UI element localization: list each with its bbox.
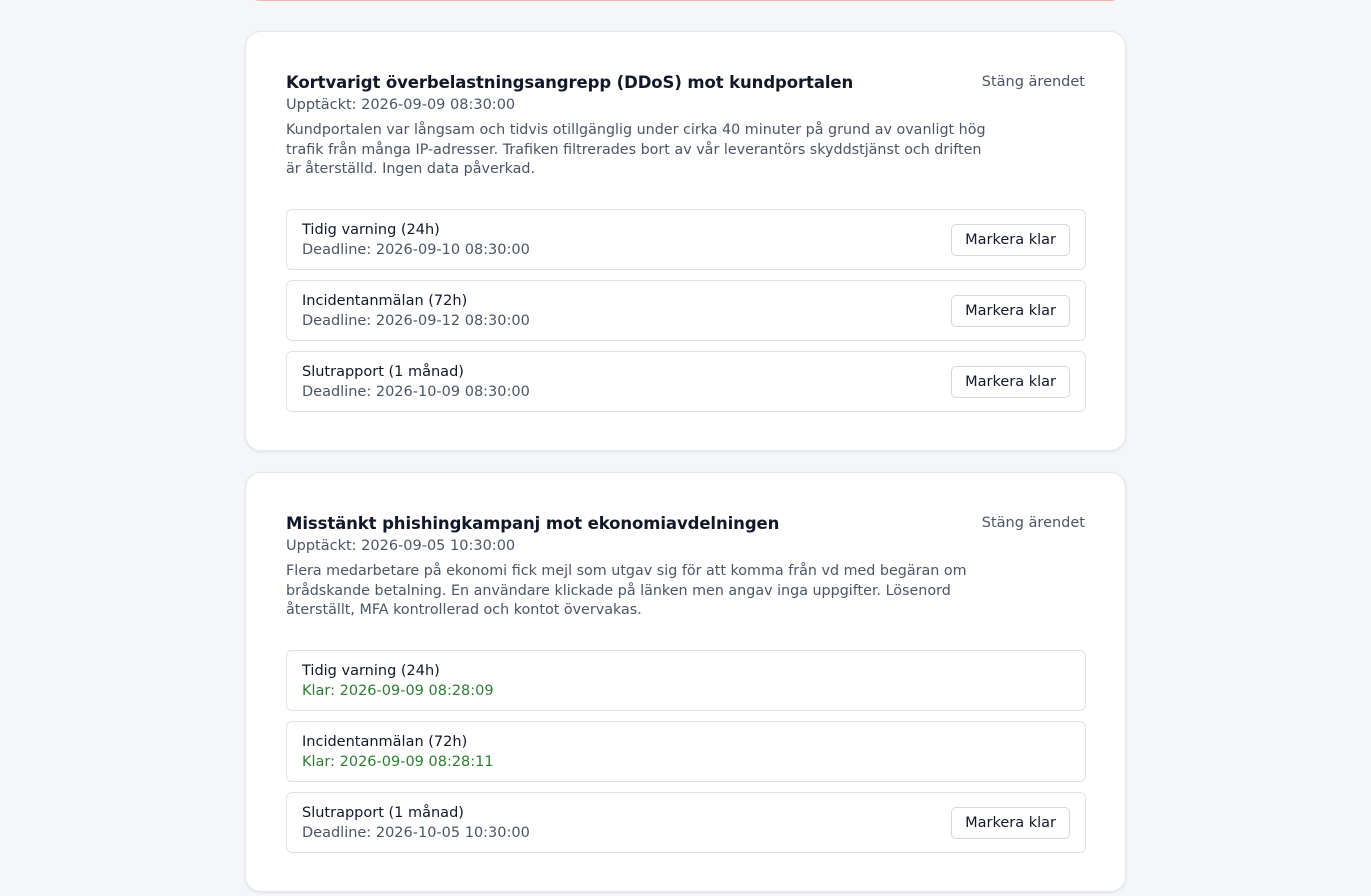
step-name: Incidentanmälan (72h) xyxy=(302,293,468,309)
mark-done-button[interactable]: Markera klar xyxy=(951,366,1070,398)
step-name: Slutrapport (1 månad) xyxy=(302,805,464,821)
reporting-step-text: Incidentanmälan (72h) Klar: 2026-09-09 0… xyxy=(302,732,494,772)
incident-card: Kortvarigt överbelastningsangrepp (DDoS)… xyxy=(245,31,1126,451)
step-name: Slutrapport (1 månad) xyxy=(302,364,464,380)
incident-description: Kundportalen var långsam och tidvis otil… xyxy=(286,122,986,177)
step-name: Incidentanmälan (72h) xyxy=(302,734,468,750)
reporting-step-text: Slutrapport (1 månad) Deadline: 2026-10-… xyxy=(302,803,530,843)
step-deadline: Deadline: 2026-09-10 08:30:00 xyxy=(302,242,530,258)
incident-detected-time: Upptäckt: 2026-09-05 10:30:00 xyxy=(286,538,516,554)
step-name: Tidig varning (24h) xyxy=(302,663,440,679)
step-deadline: Deadline: 2026-09-12 08:30:00 xyxy=(302,313,530,329)
reporting-step: Incidentanmälan (72h) Deadline: 2026-09-… xyxy=(286,280,1086,341)
incident-card: Misstänkt phishingkampanj mot ekonomiavd… xyxy=(245,472,1126,892)
incident-description: Flera medarbetare på ekonomi fick mejl s… xyxy=(286,563,967,618)
incident-header: Kortvarigt överbelastningsangrepp (DDoS)… xyxy=(286,72,1086,180)
reporting-steps: Tidig varning (24h) Deadline: 2026-09-10… xyxy=(286,209,1086,422)
mark-done-button[interactable]: Markera klar xyxy=(951,224,1070,256)
reporting-step-text: Slutrapport (1 månad) Deadline: 2026-10-… xyxy=(302,362,530,402)
step-deadline: Deadline: 2026-10-05 10:30:00 xyxy=(302,825,530,841)
incident-detected-time: Upptäckt: 2026-09-09 08:30:00 xyxy=(286,97,516,113)
incident-header: Misstänkt phishingkampanj mot ekonomiavd… xyxy=(286,513,1086,621)
step-name: Tidig varning (24h) xyxy=(302,222,440,238)
step-completed-time: Klar: 2026-09-09 08:28:11 xyxy=(302,754,494,770)
reporting-step: Tidig varning (24h) Deadline: 2026-09-10… xyxy=(286,209,1086,270)
step-deadline: Deadline: 2026-10-09 08:30:00 xyxy=(302,384,530,400)
incident-title: Misstänkt phishingkampanj mot ekonomiavd… xyxy=(286,514,780,533)
step-completed-time: Klar: 2026-09-09 08:28:09 xyxy=(302,683,494,699)
reporting-step: Slutrapport (1 månad) Deadline: 2026-10-… xyxy=(286,351,1086,412)
reporting-step-text: Incidentanmälan (72h) Deadline: 2026-09-… xyxy=(302,291,530,331)
reporting-step: Slutrapport (1 månad) Deadline: 2026-10-… xyxy=(286,792,1086,853)
reporting-step: Incidentanmälan (72h) Klar: 2026-09-09 0… xyxy=(286,721,1086,782)
close-incident-button[interactable]: Stäng ärendet xyxy=(982,513,1085,533)
reporting-step-text: Tidig varning (24h) Klar: 2026-09-09 08:… xyxy=(302,661,494,701)
close-incident-button[interactable]: Stäng ärendet xyxy=(982,72,1085,92)
reporting-steps: Tidig varning (24h) Klar: 2026-09-09 08:… xyxy=(286,650,1086,863)
reporting-step: Tidig varning (24h) Klar: 2026-09-09 08:… xyxy=(286,650,1086,711)
page: Kortvarigt överbelastningsangrepp (DDoS)… xyxy=(0,0,1371,896)
incident-title: Kortvarigt överbelastningsangrepp (DDoS)… xyxy=(286,73,854,92)
mark-done-button[interactable]: Markera klar xyxy=(951,295,1070,327)
mark-done-button[interactable]: Markera klar xyxy=(951,807,1070,839)
reporting-step-text: Tidig varning (24h) Deadline: 2026-09-10… xyxy=(302,220,530,260)
